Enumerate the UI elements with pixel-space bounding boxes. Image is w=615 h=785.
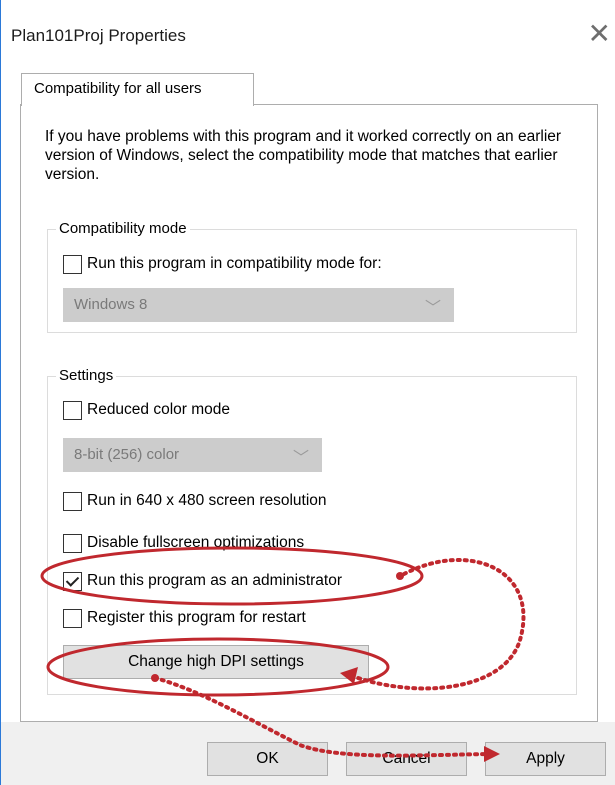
reduced-color-label: Reduced color mode	[87, 401, 231, 418]
change-dpi-button[interactable]: Change high DPI settings	[63, 645, 369, 679]
disable-fullscreen-label: Disable fullscreen optimizations	[87, 534, 305, 551]
compat-mode-label: Run this program in compatibility mode f…	[87, 255, 382, 272]
reduced-color-row[interactable]: Reduced color mode	[63, 399, 230, 421]
tab-compatibility-all-users[interactable]: Compatibility for all users	[21, 73, 254, 106]
resolution-640-checkbox[interactable]	[63, 491, 82, 511]
chevron-down-icon: ﹀	[292, 450, 309, 467]
color-depth-dropdown: 8-bit (256) color ﹀	[63, 438, 322, 472]
run-as-admin-label: Run this program as an administrator	[87, 572, 343, 589]
register-restart-label: Register this program for restart	[87, 609, 306, 626]
disable-fullscreen-row[interactable]: Disable fullscreen optimizations	[63, 532, 304, 554]
resolution-640-row[interactable]: Run in 640 x 480 screen resolution	[63, 490, 327, 512]
settings-group: Settings Reduced color mode 8-bit (256) …	[47, 366, 577, 695]
register-restart-row[interactable]: Register this program for restart	[63, 607, 306, 629]
run-as-admin-row[interactable]: Run this program as an administrator	[63, 570, 342, 592]
cancel-button[interactable]: Cancel	[346, 742, 467, 776]
settings-label: Settings	[56, 366, 117, 386]
tab-label: Compatibility for all users	[34, 80, 202, 97]
compatibility-panel: If you have problems with this program a…	[20, 104, 598, 722]
window-title: Plan101Proj Properties	[11, 26, 186, 45]
compat-os-value: Windows 8	[74, 296, 148, 313]
dialog-footer: OK Cancel Apply	[1, 722, 615, 785]
compat-mode-row[interactable]: Run this program in compatibility mode f…	[63, 253, 382, 275]
disable-fullscreen-checkbox[interactable]	[63, 533, 82, 553]
color-depth-value: 8-bit (256) color	[74, 446, 180, 463]
compat-mode-checkbox[interactable]	[63, 254, 82, 274]
window-border	[0, 0, 1, 785]
compatibility-mode-label: Compatibility mode	[56, 219, 190, 239]
chevron-down-icon: ﹀	[424, 300, 441, 317]
register-restart-checkbox[interactable]	[63, 608, 82, 628]
run-as-admin-checkbox[interactable]	[63, 571, 82, 591]
compat-os-dropdown: Windows 8 ﹀	[63, 288, 454, 322]
reduced-color-checkbox[interactable]	[63, 400, 82, 420]
apply-button[interactable]: Apply	[485, 742, 606, 776]
close-icon[interactable]: ✕	[588, 18, 611, 50]
ok-button[interactable]: OK	[207, 742, 328, 776]
intro-text: If you have problems with this program a…	[45, 128, 562, 183]
compatibility-mode-group: Compatibility mode Run this program in c…	[47, 219, 577, 333]
title-bar[interactable]: Plan101Proj Properties ✕	[1, 0, 615, 70]
resolution-640-label: Run in 640 x 480 screen resolution	[87, 492, 327, 509]
